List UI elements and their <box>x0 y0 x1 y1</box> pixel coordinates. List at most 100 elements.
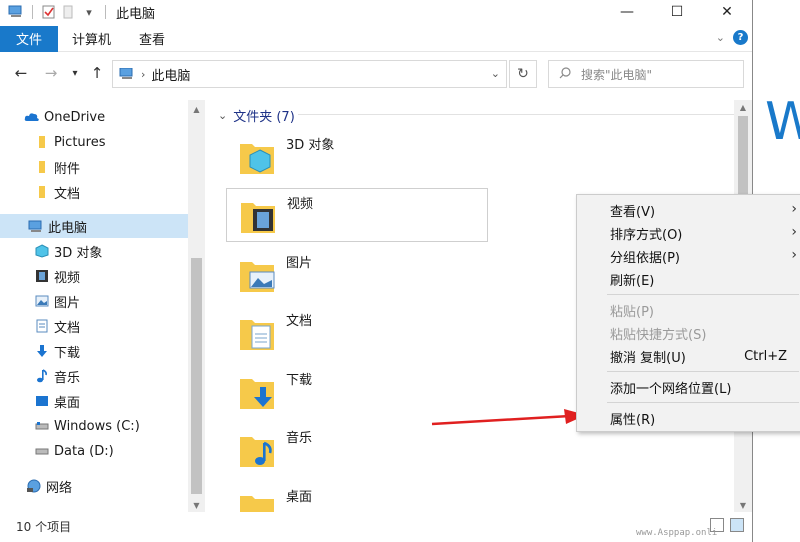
back-icon[interactable]: ← <box>10 62 32 84</box>
menu-item-properties[interactable]: 属性(R) <box>577 407 800 429</box>
tab-file[interactable]: 文件 <box>0 25 59 52</box>
scroll-thumb[interactable] <box>191 258 202 494</box>
picture-icon <box>34 293 50 309</box>
menu-item-label: 撤消 复制(U) <box>610 350 686 366</box>
nav-item-videos[interactable]: 视频 <box>0 264 190 288</box>
address-bar[interactable]: › 此电脑 ⌄ <box>112 60 507 88</box>
nav-item-music[interactable]: 音乐 <box>0 364 190 388</box>
nav-item-label: OneDrive <box>44 109 106 125</box>
tab-computer[interactable]: 计算机 <box>58 26 125 52</box>
desktop-icon <box>34 393 50 409</box>
search-icon <box>559 66 571 82</box>
folder-label: 桌面 <box>286 490 313 505</box>
recent-locations-icon[interactable]: ▾ <box>64 62 86 84</box>
nav-item-drive-d[interactable]: Data (D:) <box>0 439 190 463</box>
chevron-down-icon[interactable]: ⌄ <box>218 109 227 122</box>
up-icon[interactable]: ↑ <box>86 62 108 84</box>
tab-view[interactable]: 查看 <box>125 26 179 52</box>
nav-item-network[interactable]: 网络 <box>0 474 190 498</box>
nav-item-pictures-pc[interactable]: 图片 <box>0 289 190 313</box>
nav-item-label: Data (D:) <box>54 443 114 459</box>
navigation-pane: OneDrive Pictures 附件 文档 此电脑 3D 对象 视频 图片 … <box>0 100 205 512</box>
menu-item-undo-copy[interactable]: 撤消 复制(U) Ctrl+Z <box>577 345 800 367</box>
folder-3d-objects[interactable]: 3D 对象 <box>226 130 486 182</box>
menu-item-label: 分组依据(P) <box>610 250 680 266</box>
menu-item-label: 刷新(E) <box>610 273 655 289</box>
nav-item-pictures[interactable]: Pictures <box>0 130 190 154</box>
new-folder-icon[interactable] <box>61 4 77 20</box>
refresh-button[interactable]: ↻ <box>509 60 537 88</box>
nav-item-label: 图片 <box>54 295 81 311</box>
menu-item-paste[interactable]: 粘贴(P) <box>577 299 800 321</box>
nav-item-attachments[interactable]: 附件 <box>0 155 190 179</box>
menu-item-add-network-location[interactable]: 添加一个网络位置(L) <box>577 376 800 398</box>
nav-item-this-pc[interactable]: 此电脑 <box>0 214 190 238</box>
nav-item-downloads[interactable]: 下载 <box>0 339 190 363</box>
nav-item-documents-onedrive[interactable]: 文档 <box>0 180 190 204</box>
nav-item-label: 文档 <box>54 186 81 202</box>
menu-item-group-by[interactable]: 分组依据(P) › <box>577 245 800 267</box>
nav-item-label: 音乐 <box>54 370 81 386</box>
minimize-icon[interactable]: — <box>602 0 652 24</box>
folder-pictures[interactable]: 图片 <box>226 248 486 300</box>
help-icon[interactable]: ? <box>733 30 748 45</box>
scroll-down-icon[interactable]: ▼ <box>188 498 205 512</box>
chevron-right-icon[interactable]: › <box>141 68 145 81</box>
nav-item-label: 3D 对象 <box>54 245 103 261</box>
window-controls: — ☐ ✕ <box>602 0 752 24</box>
music-folder-icon <box>240 437 274 467</box>
item-count: 10 个项目 <box>16 519 72 534</box>
separator <box>32 5 33 19</box>
scroll-up-icon[interactable]: ▲ <box>188 102 205 116</box>
folder-videos[interactable]: 视频 <box>226 188 488 242</box>
scroll-up-icon[interactable]: ▲ <box>734 100 752 114</box>
close-icon[interactable]: ✕ <box>702 0 752 24</box>
document-icon <box>34 318 50 334</box>
nav-item-documents[interactable]: 文档 <box>0 314 190 338</box>
menu-item-label: 粘贴(P) <box>610 304 654 320</box>
nav-item-drive-c[interactable]: Windows (C:) <box>0 414 190 438</box>
network-icon <box>26 478 42 494</box>
separator <box>105 5 106 19</box>
menu-item-label: 属性(R) <box>610 412 656 428</box>
group-header[interactable]: ⌄ 文件夹 (7) <box>218 106 295 125</box>
nav-item-onedrive[interactable]: OneDrive <box>0 105 190 129</box>
menu-item-view[interactable]: 查看(V) › <box>577 199 800 221</box>
folder-icon <box>34 134 50 150</box>
folder-label: 文档 <box>286 314 313 329</box>
folder-documents[interactable]: 文档 <box>226 306 486 358</box>
menu-item-paste-shortcut[interactable]: 粘贴快捷方式(S) <box>577 322 800 344</box>
chevron-down-icon[interactable]: ⌄ <box>491 67 500 80</box>
large-icons-view-icon[interactable] <box>730 518 744 532</box>
folder-desktop[interactable]: 桌面 <box>226 482 486 512</box>
menu-item-label: 粘贴快捷方式(S) <box>610 327 707 343</box>
nav-item-desktop[interactable]: 桌面 <box>0 389 190 413</box>
nav-item-3d-objects[interactable]: 3D 对象 <box>0 239 190 263</box>
properties-icon[interactable] <box>41 4 57 20</box>
watermark: www.Asppap.onli <box>636 528 718 538</box>
drive-icon <box>34 418 50 434</box>
forward-icon[interactable]: → <box>40 62 62 84</box>
nav-item-label: 此电脑 <box>48 220 88 236</box>
nav-scrollbar[interactable]: ▲ ▼ <box>188 100 205 512</box>
menu-item-label: 查看(V) <box>610 204 656 220</box>
customize-toolbar-icon[interactable]: ▾ <box>81 4 97 20</box>
ribbon-right: ⌄ ? <box>716 30 748 45</box>
red-arrow-annotation <box>431 409 586 426</box>
search-input[interactable]: 搜索"此电脑" <box>548 60 744 88</box>
pc-icon[interactable] <box>8 4 24 20</box>
scroll-down-icon[interactable]: ▼ <box>734 498 752 512</box>
context-menu: 查看(V) › 排序方式(O) › 分组依据(P) › 刷新(E) 粘贴(P) … <box>576 194 800 432</box>
expand-ribbon-icon[interactable]: ⌄ <box>716 31 725 44</box>
folder-label: 图片 <box>286 256 313 271</box>
folder-music[interactable]: 音乐 <box>226 423 486 475</box>
chevron-right-icon: › <box>791 224 797 240</box>
breadcrumb[interactable]: 此电脑 <box>151 65 190 84</box>
nav-item-label: 附件 <box>54 161 81 177</box>
menu-item-label: 添加一个网络位置(L) <box>610 381 732 397</box>
maximize-icon[interactable]: ☐ <box>652 0 702 24</box>
chevron-right-icon: › <box>791 201 797 217</box>
menu-item-refresh[interactable]: 刷新(E) <box>577 268 800 290</box>
menu-item-sort-by[interactable]: 排序方式(O) › <box>577 222 800 244</box>
nav-item-label: Windows (C:) <box>54 418 140 434</box>
